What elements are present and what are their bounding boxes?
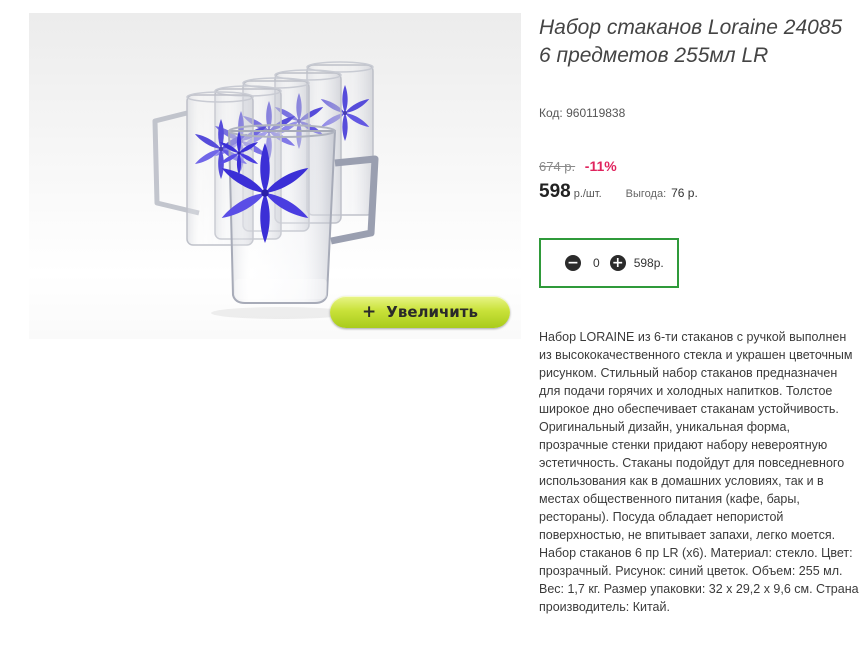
plus-icon[interactable]: + [609, 255, 626, 271]
old-price-row: 674 р. -11% [539, 158, 617, 174]
saving-value: 76 р. [671, 186, 698, 200]
product-description: Набор LORAINE из 6-ти стаканов с ручкой … [539, 330, 859, 614]
glasses-illustration [152, 61, 379, 319]
old-price: 674 р. [539, 159, 576, 174]
cart-total: 598р. [633, 256, 664, 270]
quantity-value[interactable]: 0 [593, 256, 600, 270]
zoom-button-label: Увеличить [386, 303, 478, 321]
product-code-value: 960119838 [566, 106, 626, 120]
discount-badge: -11% [584, 158, 617, 174]
price-unit: р./шт. [573, 188, 602, 200]
minus-icon[interactable]: − [565, 255, 581, 271]
current-price: 598 [539, 181, 571, 202]
product-title: Набор стаканов Loraine 24085 6 предметов… [539, 16, 843, 67]
product-code-label: Код: [539, 106, 563, 120]
zoom-button[interactable]: + Увеличить [330, 296, 510, 328]
plus-icon: + [362, 302, 377, 322]
product-page: + Увеличить Набор стаканов Loraine 24085… [0, 0, 860, 672]
product-code: Код: 960119838 [539, 106, 625, 120]
saving-label: Выгода: [625, 188, 667, 200]
price-row: 598 р./шт. Выгода: 76 р. [539, 181, 698, 203]
cart-quantity-box: − 0 + 598р. [539, 238, 679, 288]
product-image[interactable]: + Увеличить [29, 13, 521, 339]
